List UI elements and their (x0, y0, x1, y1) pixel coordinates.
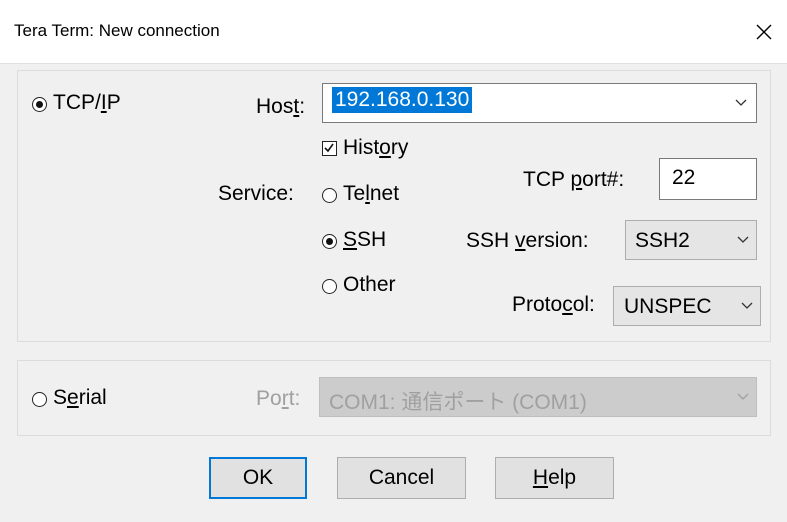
tcpip-radio[interactable] (32, 97, 47, 112)
history-label: History (343, 136, 409, 159)
port-value: COM1: 通信ポート (COM1) (329, 391, 587, 414)
ok-button-label: OK (242, 466, 274, 489)
other-label: Other (343, 273, 396, 296)
host-input[interactable]: 192.168.0.130 (332, 87, 473, 113)
serial-label: Serial (53, 386, 107, 409)
telnet-label: Telnet (343, 182, 400, 205)
chevron-down-icon (741, 302, 753, 309)
window-title: Tera Term: New connection (14, 21, 220, 40)
host-dropdown-button[interactable] (732, 84, 750, 122)
cancel-button-label: Cancel (368, 466, 435, 489)
history-checkbox[interactable] (322, 141, 337, 156)
help-button[interactable]: Help (495, 457, 614, 499)
cancel-button[interactable]: Cancel (337, 457, 466, 499)
protocol-select[interactable]: UNSPEC (613, 286, 761, 326)
checkmark-icon (324, 143, 334, 153)
other-radio[interactable] (322, 279, 337, 294)
protocol-label: Protocol: (512, 293, 595, 316)
port-label: Port: (256, 387, 301, 410)
title-bar: Tera Term: New connection (0, 0, 787, 64)
ssh-version-value: SSH2 (635, 229, 690, 252)
ssh-radio[interactable] (322, 234, 337, 249)
protocol-value: UNSPEC (624, 295, 712, 318)
help-button-label: Help (532, 466, 577, 489)
tcpip-label: TCP/IP (53, 91, 121, 114)
tcp-port-label: TCP port#: (523, 168, 625, 191)
service-label: Service: (218, 182, 294, 205)
host-label: Host: (256, 95, 306, 118)
port-select[interactable]: COM1: 通信ポート (COM1) (319, 377, 757, 417)
ssh-label: SSH (343, 228, 387, 251)
tcp-port-input[interactable]: 22 (659, 158, 757, 200)
host-combo[interactable]: 192.168.0.130 (322, 83, 757, 123)
protocol-dropdown-button[interactable] (738, 287, 756, 325)
ssh-version-label: SSH version: (466, 229, 589, 252)
tcp-port-value: 22 (672, 166, 696, 189)
ok-button[interactable]: OK (209, 457, 307, 499)
ssh-version-select[interactable]: SSH2 (625, 220, 757, 260)
chevron-down-icon (737, 236, 749, 243)
serial-radio[interactable] (32, 392, 47, 407)
chevron-down-icon (735, 99, 747, 106)
port-dropdown-button[interactable] (734, 378, 752, 416)
close-button[interactable] (741, 0, 787, 63)
telnet-radio[interactable] (322, 188, 337, 203)
chevron-down-icon (737, 393, 749, 400)
close-icon (756, 24, 772, 39)
ssh-version-dropdown-button[interactable] (734, 221, 752, 259)
